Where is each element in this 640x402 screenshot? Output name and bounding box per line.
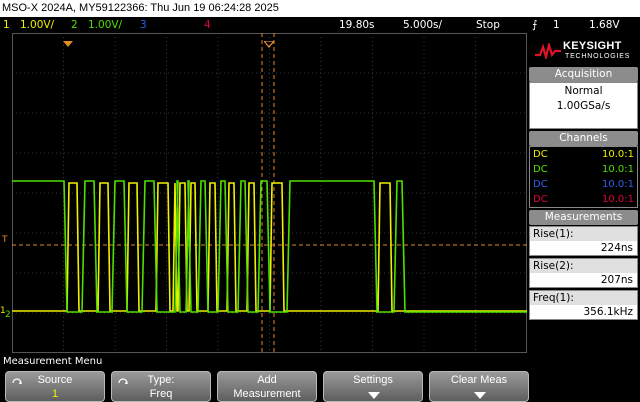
softkey-label: Add	[257, 374, 277, 386]
softkey-2[interactable]: Type: Freq	[111, 371, 211, 402]
channel-probe: 10.0:1	[602, 164, 634, 175]
acquisition-heading[interactable]: Acquisition	[529, 67, 638, 82]
trigger-source[interactable]: 1	[553, 17, 560, 33]
ch1-number[interactable]: 1	[3, 17, 10, 33]
channels-box[interactable]: DC 10.0:1 DC 10.0:1 DC 10.0:1 DC 10.0:1	[529, 146, 638, 208]
softkey-5[interactable]: Clear Meas	[429, 371, 529, 402]
waveform-display[interactable]	[12, 33, 527, 353]
channel-probe: 10.0:1	[602, 179, 634, 190]
softkey-label: Source	[37, 374, 73, 386]
measurement-label: Rise(1):	[530, 227, 637, 241]
measurement-value: 356.1kHz	[530, 305, 637, 319]
trigger-position-marker-icon[interactable]	[63, 33, 73, 47]
logo-brand: KEYSIGHT	[563, 40, 622, 52]
softkey-3[interactable]: Add Measurement	[217, 371, 317, 402]
measurements-heading[interactable]: Measurements	[529, 210, 638, 225]
measurement-label: Freq(1):	[530, 291, 637, 305]
channel-coupling: DC	[533, 164, 548, 175]
softkey-4[interactable]: Settings	[323, 371, 423, 402]
measurement-value: 224ns	[530, 241, 637, 255]
ch2-scale[interactable]: 1.00V/	[88, 17, 122, 33]
keysight-logo: KEYSIGHT TECHNOLOGIES	[527, 33, 640, 67]
horizontal-position[interactable]: 19.80s	[339, 17, 375, 33]
ch4-number[interactable]: 4	[204, 17, 211, 33]
channel-row-4[interactable]: DC 10.0:1	[530, 193, 637, 207]
channel-coupling: DC	[533, 149, 548, 160]
ch2-ground-marker[interactable]: 2	[5, 309, 12, 321]
acquisition-mode: Normal	[564, 85, 603, 97]
keysight-wave-icon	[535, 43, 561, 59]
softkey-label: Settings	[353, 374, 393, 386]
run-state[interactable]: Stop	[476, 17, 500, 33]
softkey-1[interactable]: Source 1	[5, 371, 105, 402]
timebase[interactable]: 5.000s/	[403, 17, 442, 33]
channel-probe: 10.0:1	[602, 194, 634, 205]
measurement-value: 207ns	[530, 273, 637, 287]
trigger-edge-icon: ⨍	[532, 19, 538, 31]
menu-title: Measurement Menu	[3, 356, 103, 367]
channel-row-3[interactable]: DC 10.0:1	[530, 178, 637, 192]
submenu-arrow-icon	[474, 392, 486, 399]
measurement-item[interactable]: Rise(1): 224ns	[529, 226, 638, 256]
measurement-label: Rise(2):	[530, 259, 637, 273]
ch1-scale[interactable]: 1.00V/	[20, 17, 54, 33]
softkey-label: Type:	[147, 374, 175, 386]
softkey-label: Clear Meas	[450, 374, 508, 386]
window-title: MSO-X 2024A, MY59122366: Thu Jun 19 06:2…	[0, 0, 640, 17]
softkey-value: Measurement	[233, 388, 301, 400]
channel-coupling: DC	[533, 179, 548, 190]
softkey-value: Freq	[149, 388, 173, 400]
trigger-level-marker[interactable]: T	[2, 234, 12, 246]
acquisition-box[interactable]: Normal 1.00GSa/s	[529, 82, 638, 129]
submenu-arrow-icon	[368, 392, 380, 399]
ch3-number[interactable]: 3	[140, 17, 147, 33]
status-bar: 1 1.00V/ 2 1.00V/ 3 4 19.80s 5.000s/ Sto…	[0, 17, 640, 33]
channel-row-1[interactable]: DC 10.0:1	[530, 148, 637, 162]
softkey-value: 1	[51, 388, 59, 400]
measurement-item[interactable]: Rise(2): 207ns	[529, 258, 638, 288]
ch2-number[interactable]: 2	[71, 17, 78, 33]
channel-probe: 10.0:1	[602, 149, 634, 160]
trigger-level[interactable]: 1.68V	[589, 17, 620, 33]
time-reference-marker-icon[interactable]	[262, 33, 276, 49]
channel-row-2[interactable]: DC 10.0:1	[530, 163, 637, 177]
acquisition-rate: 1.00GSa/s	[556, 100, 611, 112]
logo-sub: TECHNOLOGIES	[565, 53, 631, 60]
channel-coupling: DC	[533, 194, 548, 205]
measurement-item[interactable]: Freq(1): 356.1kHz	[529, 290, 638, 320]
channels-heading[interactable]: Channels	[529, 131, 638, 146]
